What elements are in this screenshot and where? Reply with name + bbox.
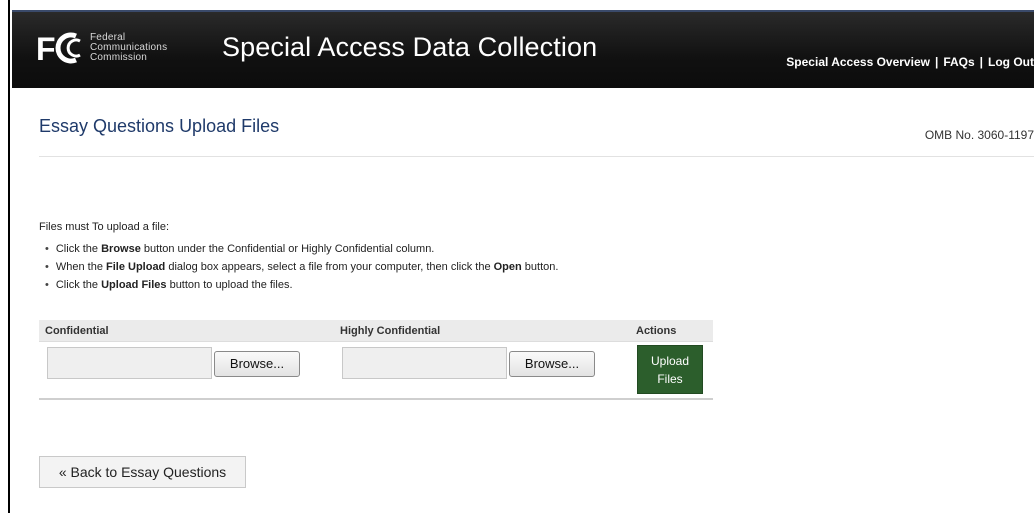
upload-label-line-1: Upload	[650, 354, 690, 368]
instruction-list: Click the Browse button under the Confid…	[45, 240, 559, 294]
site-header: F Federal Communications Commission Spec…	[12, 10, 1034, 88]
header-confidential: Confidential	[45, 325, 109, 337]
upload-table: Confidential Highly Confidential Actions…	[39, 320, 713, 400]
header-highly-confidential: Highly Confidential	[340, 325, 441, 337]
omb-number: OMB No. 3060-1197	[924, 128, 1034, 142]
nav-separator: |	[934, 55, 939, 69]
logo-wordmark: Federal Communications Commission	[90, 33, 167, 63]
instruction-item: When the File Upload dialog box appears,…	[45, 258, 559, 276]
svg-text:F: F	[36, 31, 56, 66]
app-title: Special Access Data Collection	[222, 32, 598, 62]
top-nav: Special Access Overview | FAQs | Log Out	[786, 55, 1034, 69]
highly-confidential-browse-button[interactable]: Browse...	[509, 351, 595, 377]
table-header: Confidential Highly Confidential Actions	[39, 320, 713, 342]
instruction-item: Click the Upload Files button to upload …	[45, 276, 558, 294]
intro-text: Files must To upload a file:	[39, 221, 170, 233]
table-row: Browse... Browse... Upload Files	[39, 342, 713, 400]
upload-label-line-2: Files	[657, 372, 683, 386]
logo-line-3: Commission	[90, 52, 148, 63]
confidential-browse-button[interactable]: Browse...	[214, 351, 300, 377]
main-content: Essay Questions Upload Files OMB No. 306…	[12, 88, 1034, 513]
instruction-item: Click the Browse button under the Confid…	[45, 240, 558, 258]
back-to-essay-questions-button[interactable]: « Back to Essay Questions	[39, 456, 246, 488]
window-frame-left	[0, 0, 10, 513]
title-divider	[39, 156, 1034, 157]
fcc-logo[interactable]: F Federal Communications Commission	[36, 28, 167, 68]
nav-log-out[interactable]: Log Out	[988, 55, 1034, 69]
window-frame-top	[0, 0, 1034, 10]
fcc-logo-icon: F	[36, 28, 82, 68]
confidential-file-input[interactable]	[47, 347, 212, 379]
header-actions: Actions	[636, 325, 677, 337]
highly-confidential-file-input[interactable]	[342, 347, 507, 379]
nav-faqs[interactable]: FAQs	[943, 55, 974, 69]
page-title: Essay Questions Upload Files	[39, 116, 280, 136]
nav-separator: |	[979, 55, 984, 69]
nav-special-access-overview[interactable]: Special Access Overview	[786, 55, 930, 69]
upload-files-button[interactable]: Upload Files	[637, 345, 703, 394]
